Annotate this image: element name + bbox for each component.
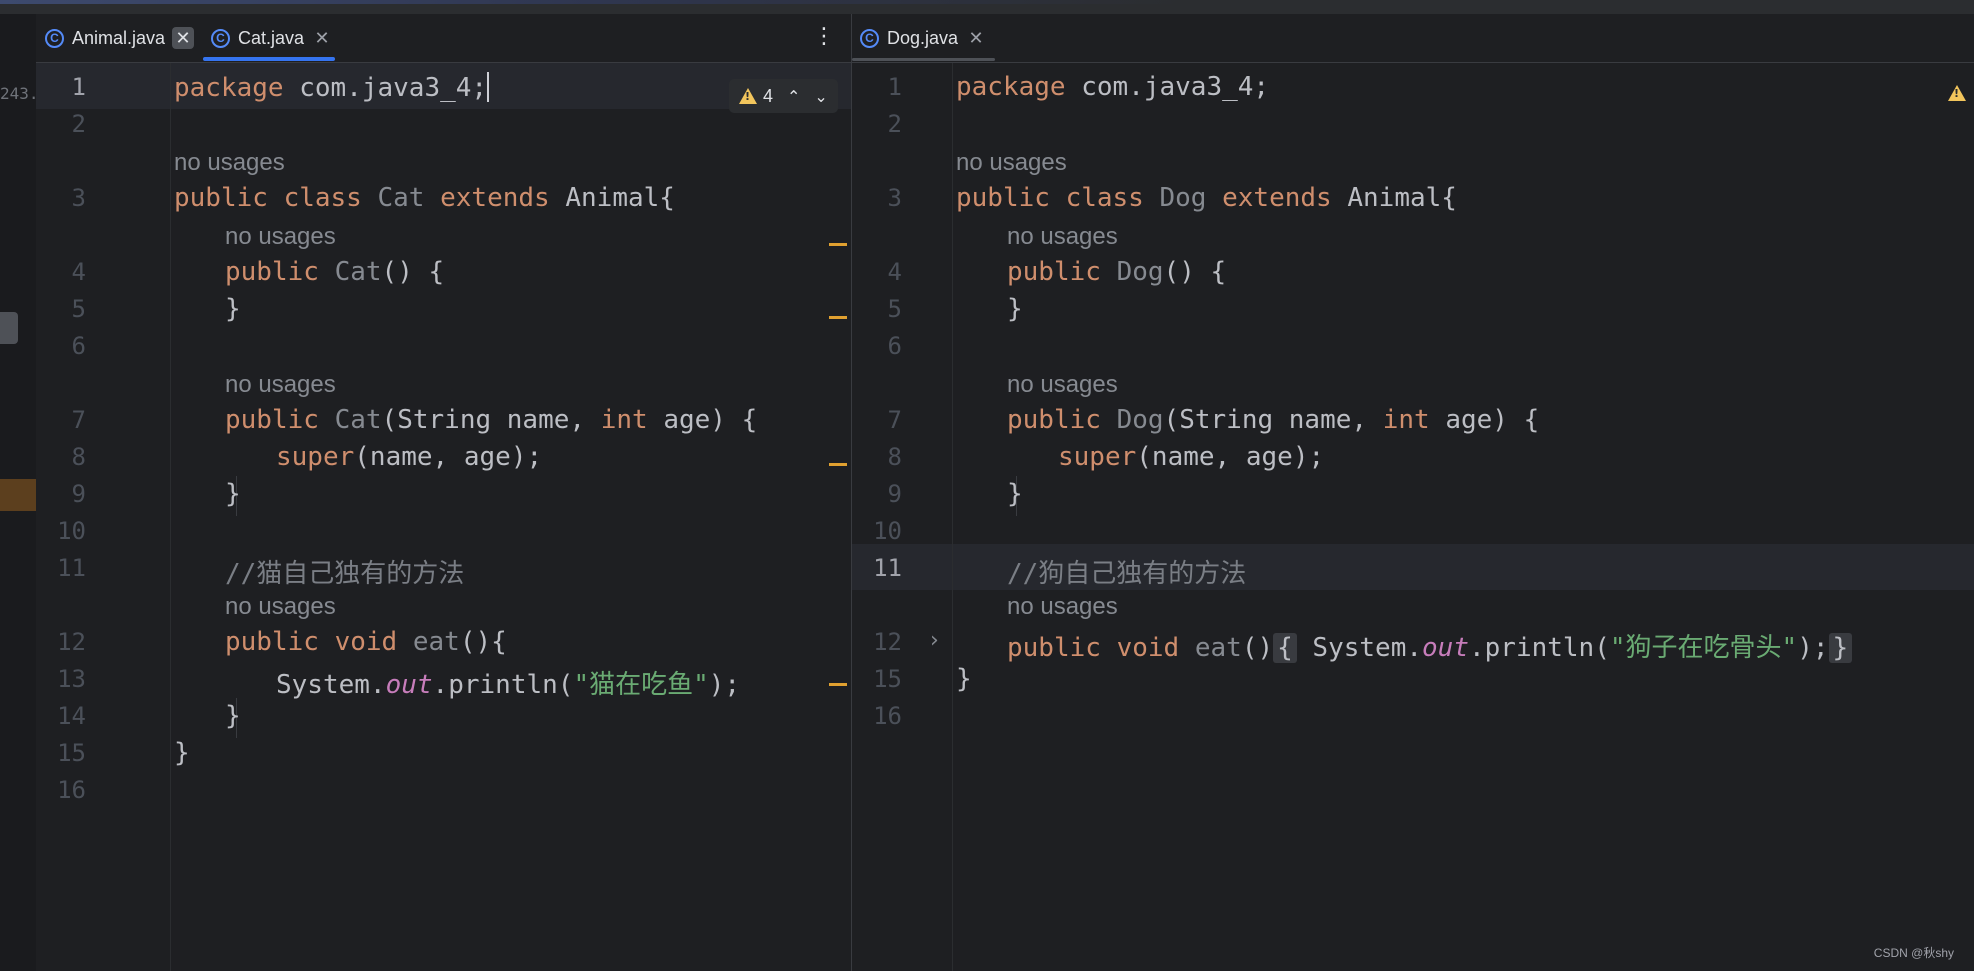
line-number: 12	[873, 628, 902, 656]
tab-bar-left: C Animal.java ✕ C Cat.java ✕ ⋮	[36, 14, 851, 63]
code-line: 16	[36, 766, 851, 812]
line-number: 5	[887, 295, 902, 323]
line-number: 10	[873, 517, 902, 545]
window-top-strip	[0, 0, 1974, 14]
code-line: 16	[852, 692, 1974, 738]
tab-bar-right: C Dog.java ✕	[852, 14, 1974, 63]
line-number: 4	[887, 258, 902, 286]
line-number: 15	[57, 739, 86, 767]
left-side-strip: 243.	[0, 14, 39, 971]
no-usages-hint[interactable]: no usages	[225, 593, 336, 621]
line-number: 16	[873, 702, 902, 730]
line-number: 12	[57, 628, 86, 656]
close-icon[interactable]: ✕	[965, 27, 987, 49]
no-usages-hint[interactable]: no usages	[225, 223, 336, 251]
side-marker	[0, 479, 36, 511]
text-caret	[487, 72, 490, 102]
no-usages-hint[interactable]: no usages	[174, 149, 285, 177]
side-fragment-text: 243.	[0, 84, 39, 103]
code-text: }	[174, 738, 190, 768]
line-number: 2	[887, 110, 902, 138]
tab-dog-java[interactable]: C Dog.java ✕	[852, 14, 996, 62]
line-number: 5	[71, 295, 86, 323]
editor-pane-right: C Dog.java ✕ 1 package com.java3_4; 2 no…	[852, 14, 1974, 971]
close-icon[interactable]: ✕	[172, 27, 195, 49]
code-text: public void eat(){	[225, 627, 507, 657]
line-number: 9	[71, 480, 86, 508]
watermark-text: CSDN @秋shy	[1873, 946, 1954, 960]
line-number: 15	[873, 665, 902, 693]
code-text: public Cat() {	[225, 257, 445, 287]
line-number: 1	[71, 73, 86, 101]
code-editor-right[interactable]: 1 package com.java3_4; 2 no usages 3 pub…	[852, 63, 1974, 971]
line-number: 10	[57, 517, 86, 545]
chevron-right-icon[interactable]: ›	[930, 628, 939, 653]
tab-cat-java[interactable]: C Cat.java ✕	[202, 14, 336, 62]
top-accent	[0, 0, 1974, 4]
tab-label: Dog.java	[887, 27, 959, 48]
tab-label: Cat.java	[238, 27, 305, 48]
code-text: super(name, age);	[1058, 442, 1325, 472]
line-number: 6	[887, 332, 902, 360]
code-text: package com.java3_4;	[956, 72, 1270, 102]
editor-pane-left: C Animal.java ✕ C Cat.java ✕ ⋮ 4 ⌃ ⌄ 1 p…	[36, 14, 851, 971]
line-number: 4	[71, 258, 86, 286]
code-text: super(name, age);	[276, 442, 543, 472]
line-number: 14	[57, 702, 86, 730]
code-text: }	[1007, 294, 1023, 324]
line-number: 6	[71, 332, 86, 360]
close-icon[interactable]: ✕	[311, 27, 333, 49]
no-usages-hint[interactable]: no usages	[956, 149, 1067, 177]
more-options-icon[interactable]: ⋮	[813, 24, 835, 49]
line-number: 7	[887, 406, 902, 434]
java-class-icon: C	[211, 28, 230, 48]
code-text: public Cat(String name, int age) {	[225, 405, 758, 435]
java-class-icon: C	[45, 28, 64, 48]
code-editor-left[interactable]: 4 ⌃ ⌄ 1 package com.java3_4; 2 no usages…	[36, 63, 851, 971]
no-usages-hint[interactable]: no usages	[1007, 223, 1118, 251]
line-number: 8	[71, 443, 86, 471]
line-number: 2	[71, 110, 86, 138]
code-text: package com.java3_4;	[174, 72, 490, 103]
code-text: }	[956, 664, 972, 694]
code-text: public Dog() {	[1007, 257, 1227, 287]
line-number: 11	[57, 554, 86, 582]
line-number: 11	[873, 554, 902, 582]
tab-animal-java[interactable]: C Animal.java ✕	[45, 14, 195, 62]
java-class-icon: C	[860, 28, 879, 48]
code-text: public class Cat extends Animal{	[174, 183, 675, 213]
line-number: 1	[887, 73, 902, 101]
line-number: 3	[71, 184, 86, 212]
code-text: }	[1007, 479, 1023, 509]
line-number: 16	[57, 776, 86, 804]
code-text: }	[225, 701, 241, 731]
side-toggle-button[interactable]	[0, 312, 18, 344]
line-number: 9	[887, 480, 902, 508]
no-usages-hint[interactable]: no usages	[1007, 371, 1118, 399]
code-text: }	[225, 479, 241, 509]
line-number: 3	[887, 184, 902, 212]
tab-label: Animal.java	[72, 27, 166, 48]
code-text: public Dog(String name, int age) {	[1007, 405, 1540, 435]
line-number: 13	[57, 665, 86, 693]
no-usages-hint[interactable]: no usages	[225, 371, 336, 399]
code-text: }	[225, 294, 241, 324]
line-number: 8	[887, 443, 902, 471]
no-usages-hint[interactable]: no usages	[1007, 593, 1118, 621]
code-text: public class Dog extends Animal{	[956, 183, 1457, 213]
line-number: 7	[71, 406, 86, 434]
